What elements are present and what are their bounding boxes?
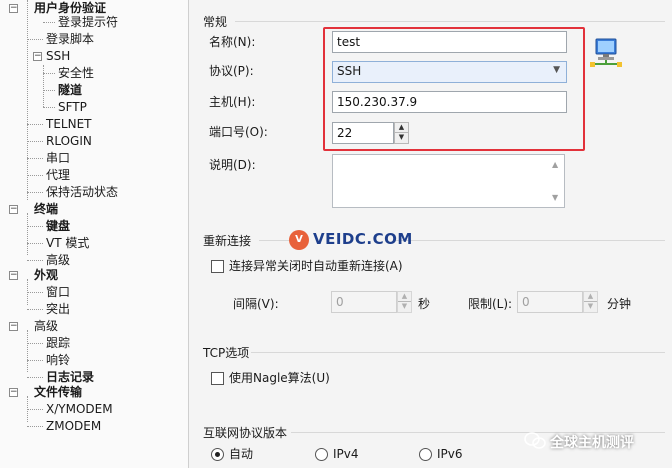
- protocol-label: 协议(P):: [209, 64, 254, 78]
- watermark-text: 全球主机测评: [550, 435, 634, 451]
- tcp-section-title: TCP选项: [203, 346, 250, 360]
- tree-guide-line: [27, 39, 43, 40]
- tree-guide-line: [27, 141, 43, 142]
- session-category-tree: − 用户身份验证 登录提示符 登录脚本 − SSH 安全性 隧道 SFTP TE…: [0, 0, 189, 468]
- tree-item-keepalive[interactable]: 保持活动状态: [46, 184, 118, 201]
- tree-guide-line: [27, 0, 28, 200]
- nagle-label[interactable]: 使用Nagle算法(U): [229, 370, 330, 386]
- description-label: 说明(D):: [209, 158, 256, 172]
- tree-item-rlogin[interactable]: RLOGIN: [46, 133, 92, 150]
- tree-guide-line: [43, 107, 55, 108]
- tree-guide-line: [27, 192, 43, 193]
- tree-guide-line: [43, 73, 55, 74]
- tree-guide-line: [27, 213, 28, 255]
- tree-item-serial[interactable]: 串口: [46, 150, 70, 167]
- collapse-icon[interactable]: −: [9, 271, 18, 280]
- tree-item-advanced[interactable]: 高级: [34, 318, 58, 335]
- tree-item-window[interactable]: 窗口: [46, 284, 70, 301]
- general-section-title: 常规: [203, 15, 228, 29]
- interval-unit: 秒: [418, 297, 431, 311]
- spin-up-icon[interactable]: ▲: [398, 292, 411, 302]
- tree-item-login-prompt[interactable]: 登录提示符: [58, 14, 118, 31]
- tree-item-security[interactable]: 安全性: [58, 65, 94, 82]
- tree-item-xymodem[interactable]: X/YMODEM: [46, 401, 113, 418]
- interval-spinner[interactable]: ▲ ▼: [397, 291, 412, 313]
- tree-item-zmodem[interactable]: ZMODEM: [46, 418, 101, 435]
- radio-ipv6[interactable]: [419, 448, 432, 461]
- tree-item-appearance[interactable]: 外观: [34, 267, 58, 284]
- limit-label: 限制(L):: [468, 297, 513, 311]
- tree-item-file-transfer[interactable]: 文件传输: [34, 384, 82, 401]
- spin-down-icon[interactable]: ▼: [398, 302, 411, 312]
- tree-guide-line: [27, 377, 43, 378]
- tree-guide-line: [27, 309, 43, 310]
- tree-item-tunnel[interactable]: 隧道: [58, 82, 82, 99]
- limit-unit: 分钟: [607, 297, 632, 311]
- port-label: 端口号(O):: [209, 125, 268, 139]
- tree-item-trace[interactable]: 跟踪: [46, 335, 70, 352]
- tree-guide-line: [27, 426, 43, 427]
- tree-item-ssh[interactable]: SSH: [46, 48, 70, 65]
- collapse-icon[interactable]: −: [9, 388, 18, 397]
- tree-guide-line: [27, 226, 43, 227]
- tree-item-sftp[interactable]: SFTP: [58, 99, 87, 116]
- scroll-down-icon[interactable]: ▼: [552, 193, 558, 202]
- tree-item-login-script[interactable]: 登录脚本: [46, 31, 94, 48]
- collapse-icon[interactable]: −: [9, 322, 18, 331]
- network-computer-icon: [590, 38, 622, 67]
- highlight-box: [323, 27, 585, 151]
- auto-reconnect-label[interactable]: 连接异常关闭时自动重新连接(A): [229, 258, 403, 274]
- interval-input[interactable]: 0: [331, 291, 397, 313]
- scroll-up-icon[interactable]: ▲: [552, 160, 558, 169]
- radio-ipv4-label[interactable]: IPv4: [333, 446, 359, 462]
- tree-item-terminal[interactable]: 终端: [34, 201, 58, 218]
- spin-down-icon[interactable]: ▼: [584, 302, 597, 312]
- reconnect-section-title: 重新连接: [203, 234, 252, 248]
- tree-guide-line: [27, 243, 43, 244]
- interval-label: 间隔(V):: [233, 297, 279, 311]
- radio-auto-label[interactable]: 自动: [229, 446, 253, 462]
- tree-item-bell[interactable]: 响铃: [46, 352, 70, 369]
- tree-guide-line: [43, 90, 55, 91]
- tree-guide-line: [27, 158, 43, 159]
- limit-spinner[interactable]: ▲ ▼: [583, 291, 598, 313]
- section-divider: [394, 240, 665, 241]
- radio-ipv6-label[interactable]: IPv6: [437, 446, 463, 462]
- auto-reconnect-checkbox[interactable]: [211, 260, 224, 273]
- tree-guide-line: [27, 360, 43, 361]
- tree-item-telnet[interactable]: TELNET: [46, 116, 92, 133]
- description-textarea[interactable]: ▲ ▼: [332, 154, 565, 208]
- ip-version-section-title: 互联网协议版本: [203, 426, 288, 440]
- collapse-icon[interactable]: −: [9, 4, 18, 13]
- name-label: 名称(N):: [209, 35, 256, 49]
- connection-properties-panel: 常规 名称(N): test 协议(P): SSH ▼ 主机(H): 150.2…: [189, 0, 672, 468]
- tree-guide-line: [27, 175, 43, 176]
- tree-guide-line: [27, 330, 28, 372]
- tree-item-highlight[interactable]: 突出: [46, 301, 70, 318]
- radio-ipv4[interactable]: [315, 448, 328, 461]
- nagle-checkbox[interactable]: [211, 372, 224, 385]
- section-divider: [235, 21, 665, 22]
- site-logo-icon: V: [289, 230, 309, 250]
- tree-guide-line: [43, 22, 55, 23]
- section-divider: [251, 352, 665, 353]
- tree-item-keyboard[interactable]: 键盘: [46, 218, 70, 235]
- tree-item-proxy[interactable]: 代理: [46, 167, 70, 184]
- spin-up-icon[interactable]: ▲: [584, 292, 597, 302]
- host-label: 主机(H):: [209, 95, 256, 109]
- limit-input[interactable]: 0: [517, 291, 583, 313]
- tree-guide-line: [27, 124, 43, 125]
- tree-guide-line: [43, 65, 44, 107]
- tree-guide-line: [27, 260, 43, 261]
- tree-guide-line: [27, 343, 43, 344]
- site-logo-text: VEIDC.COM: [313, 230, 413, 248]
- radio-auto[interactable]: [211, 448, 224, 461]
- collapse-icon[interactable]: −: [9, 205, 18, 214]
- scrollbar[interactable]: ▲ ▼: [549, 155, 564, 207]
- tree-item-vt-mode[interactable]: VT 模式: [46, 235, 89, 252]
- collapse-icon[interactable]: −: [33, 52, 42, 61]
- tree-guide-line: [27, 292, 43, 293]
- wechat-icon: [524, 432, 546, 449]
- tree-guide-line: [27, 409, 43, 410]
